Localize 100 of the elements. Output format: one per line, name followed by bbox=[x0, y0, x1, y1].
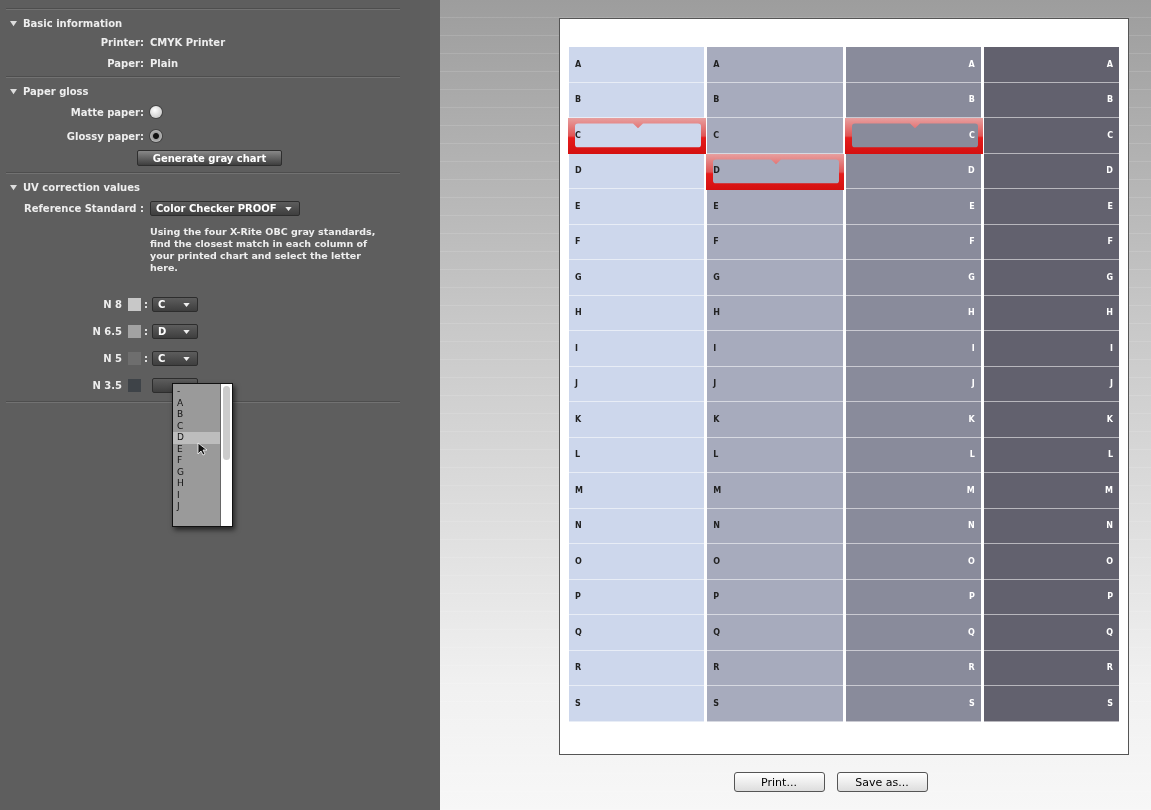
cell-letter: R bbox=[713, 663, 721, 673]
cell-letter: E bbox=[575, 201, 582, 211]
cell-letter: F bbox=[1106, 237, 1113, 247]
cell-letter: L bbox=[575, 450, 582, 460]
menu-item[interactable]: C bbox=[173, 420, 220, 432]
cell-letter: B bbox=[575, 95, 583, 105]
section-title: Basic information bbox=[23, 18, 123, 29]
cell-letter: Q bbox=[1105, 627, 1113, 637]
cell-letter: P bbox=[575, 592, 582, 602]
menu-item[interactable]: G bbox=[173, 466, 220, 478]
cell-letter: G bbox=[713, 272, 721, 282]
standard-label: N 8 bbox=[102, 299, 123, 310]
cell-letter: S bbox=[1106, 698, 1113, 708]
cell-letter: J bbox=[970, 379, 975, 389]
cell-letter: J bbox=[713, 379, 718, 389]
cell-letter: M bbox=[965, 485, 975, 495]
cell-letter: H bbox=[575, 308, 583, 318]
cell-letter: R bbox=[575, 663, 583, 673]
letter-dropdown[interactable]: D bbox=[152, 324, 198, 339]
menu-item[interactable]: E bbox=[173, 443, 220, 455]
generate-button[interactable]: Generate gray chart bbox=[137, 150, 282, 166]
cell-letter: E bbox=[713, 201, 720, 211]
cell-letter: B bbox=[713, 95, 721, 105]
cell-letter: C bbox=[713, 130, 721, 140]
menu-item[interactable]: D bbox=[173, 432, 220, 444]
cell-letter: L bbox=[968, 450, 975, 460]
menu-item[interactable]: H bbox=[173, 478, 220, 490]
cell-letter: P bbox=[967, 592, 975, 602]
cell-letter: B bbox=[967, 95, 975, 105]
cell-letter: S bbox=[575, 698, 582, 708]
menu-item[interactable]: B bbox=[173, 409, 220, 421]
cell-letter: F bbox=[713, 237, 720, 247]
cell-letter: O bbox=[713, 556, 722, 566]
cell-letter: K bbox=[713, 414, 721, 424]
cell-letter: D bbox=[575, 166, 583, 176]
cell-letter: N bbox=[1105, 521, 1113, 531]
caret-icon bbox=[284, 207, 292, 211]
separator-text: : bbox=[144, 299, 148, 310]
cell-letter: E bbox=[968, 201, 975, 211]
menu-item[interactable]: F bbox=[173, 455, 220, 467]
radio-label: Matte paper: bbox=[69, 106, 145, 118]
cell-letter: A bbox=[575, 59, 583, 69]
field-label: Printer: bbox=[99, 37, 145, 48]
radio-button[interactable] bbox=[150, 130, 162, 142]
cell-letter: M bbox=[1104, 485, 1113, 495]
scrollbar[interactable] bbox=[220, 384, 232, 526]
cell-letter: E bbox=[1106, 201, 1113, 211]
separator-text: : bbox=[144, 326, 148, 337]
letter-dropdown[interactable]: C bbox=[152, 297, 198, 312]
field-label: Reference Standard : bbox=[23, 203, 145, 214]
cell-letter: N bbox=[967, 521, 975, 531]
cell-letter: N bbox=[575, 521, 583, 531]
menu-item[interactable]: A bbox=[173, 397, 220, 409]
menu-item[interactable]: I bbox=[173, 489, 220, 501]
letter-dropdown[interactable]: C bbox=[152, 351, 198, 366]
cell-letter: J bbox=[1108, 379, 1113, 389]
cell-letter: O bbox=[966, 556, 975, 566]
disclosure-triangle-icon[interactable] bbox=[10, 88, 17, 95]
cell-letter: K bbox=[1105, 414, 1113, 424]
cell-letter: R bbox=[967, 663, 975, 673]
cell-letter: G bbox=[967, 272, 975, 282]
cell-letter: B bbox=[1105, 95, 1113, 105]
cell-letter: P bbox=[1106, 592, 1113, 602]
cell-letter: H bbox=[713, 308, 721, 318]
field-label: Paper: bbox=[106, 58, 145, 69]
radio-label: Glossy paper: bbox=[65, 130, 145, 142]
dialog-button[interactable]: Print... bbox=[733, 772, 825, 792]
cell-letter: A bbox=[967, 59, 975, 69]
cell-letter: S bbox=[713, 698, 720, 708]
cell-letter: C bbox=[1106, 130, 1113, 140]
cell-letter: L bbox=[1106, 450, 1113, 460]
cell-letter: L bbox=[713, 450, 720, 460]
cell-letter: H bbox=[967, 308, 975, 318]
cell-letter: Q bbox=[713, 627, 722, 637]
section-title: UV correction values bbox=[23, 182, 140, 193]
cell-letter: I bbox=[575, 343, 579, 353]
cell-letter: K bbox=[967, 414, 975, 424]
separator-text: : bbox=[144, 353, 148, 364]
caret-icon bbox=[183, 303, 190, 307]
cell-letter: A bbox=[1105, 59, 1113, 69]
dialog-button[interactable]: Save as... bbox=[836, 772, 928, 792]
menu-item[interactable]: - bbox=[173, 386, 220, 398]
cell-letter: M bbox=[575, 485, 584, 495]
cell-letter: G bbox=[1105, 272, 1113, 282]
cell-letter: A bbox=[713, 59, 721, 69]
cell-letter: D bbox=[1105, 166, 1113, 176]
cell-letter: S bbox=[968, 698, 975, 708]
reference-dropdown[interactable]: Color Checker PROOF bbox=[150, 201, 300, 216]
cell-letter: R bbox=[1105, 663, 1113, 673]
menu-item[interactable]: J bbox=[173, 501, 220, 513]
standard-label: N 3.5 bbox=[91, 380, 123, 391]
cell-letter: D bbox=[967, 166, 975, 176]
disclosure-triangle-icon[interactable] bbox=[10, 184, 17, 191]
radio-button[interactable] bbox=[150, 106, 162, 118]
caret-icon bbox=[183, 357, 190, 361]
section-title: Paper gloss bbox=[23, 86, 89, 97]
cursor-icon bbox=[197, 442, 207, 456]
standard-label: N 5 bbox=[102, 353, 123, 364]
disclosure-triangle-icon[interactable] bbox=[10, 20, 17, 27]
cell-letter: N bbox=[713, 521, 721, 531]
